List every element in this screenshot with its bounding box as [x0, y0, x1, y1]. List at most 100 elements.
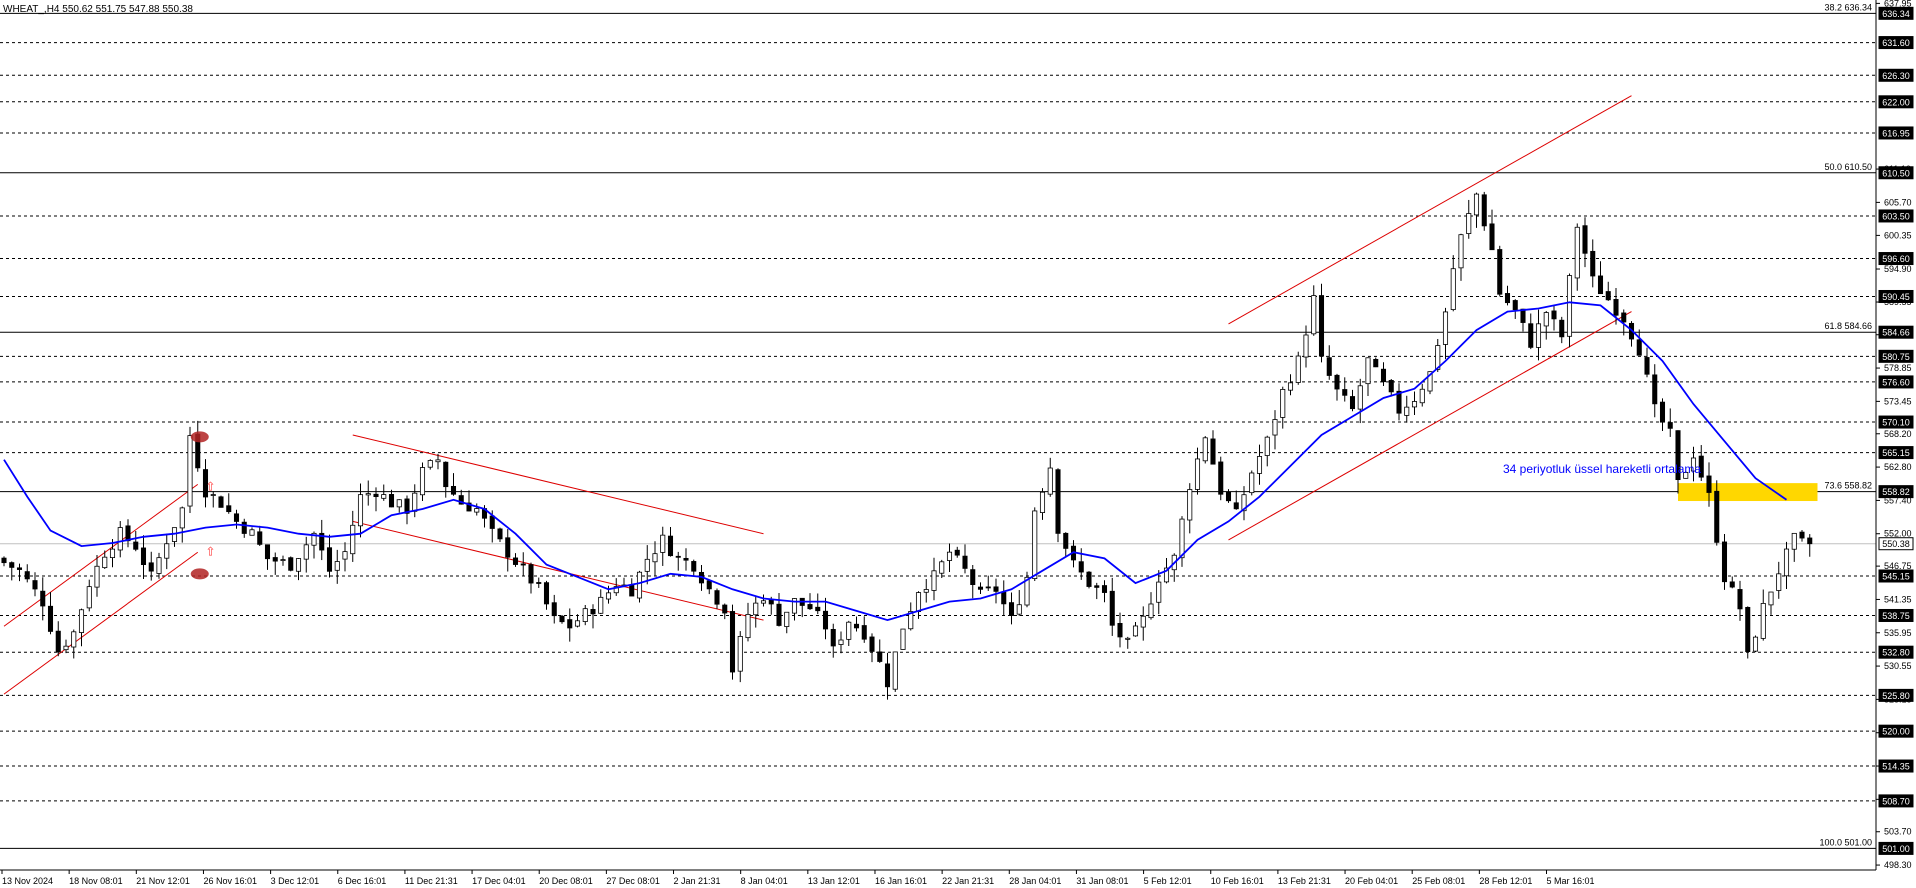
- time-tick-label: 25 Feb 08:01: [1412, 876, 1465, 886]
- candle-body: [1125, 637, 1131, 640]
- time-tick-label: 8 Jan 04:01: [741, 876, 788, 886]
- candle-body: [1652, 374, 1658, 405]
- time-tick-label: 3 Dec 12:01: [271, 876, 320, 886]
- time-tick-label: 16 Jan 16:01: [875, 876, 927, 886]
- candle-body: [1, 557, 7, 564]
- candle-body: [179, 507, 185, 529]
- candle-body: [675, 555, 681, 558]
- price-tag-label: 525.80: [1882, 691, 1910, 701]
- time-tick-label: 13 Nov 2024: [2, 876, 53, 886]
- candle-body: [233, 513, 240, 522]
- candle-body: [32, 580, 38, 590]
- candle-body: [288, 557, 294, 571]
- candle-body: [892, 651, 898, 690]
- candle-body: [1528, 323, 1534, 348]
- price-tag-label: 508.70: [1882, 796, 1910, 806]
- candle-body: [489, 515, 495, 529]
- candle-body: [1233, 502, 1239, 510]
- signal-marker: [190, 568, 209, 580]
- up-arrow-icon: ⇧: [206, 544, 216, 558]
- candle-body: [815, 606, 821, 612]
- candle-body: [1280, 389, 1286, 418]
- time-tick-label: 26 Nov 16:01: [203, 876, 257, 886]
- candle-body: [1659, 401, 1666, 423]
- candle-body: [164, 543, 170, 559]
- candle-body: [78, 609, 85, 633]
- candle-body: [1272, 419, 1278, 436]
- price-tag-label: 501.00: [1882, 844, 1910, 854]
- price-tick-label: 573.45: [1884, 396, 1912, 406]
- candle-body: [1729, 581, 1735, 588]
- candle-body: [342, 551, 348, 560]
- candle-body: [334, 561, 340, 571]
- time-tick-label: 31 Jan 08:01: [1076, 876, 1128, 886]
- price-tag-label: 636.34: [1882, 9, 1910, 19]
- candle-body: [574, 620, 581, 627]
- candle-body: [939, 561, 945, 574]
- candle-body: [1768, 591, 1774, 606]
- candle-body: [1001, 591, 1007, 605]
- candle-body: [388, 494, 395, 508]
- price-tag-label: 622.00: [1882, 97, 1910, 107]
- candle-body: [1597, 275, 1604, 295]
- candle-body: [1551, 310, 1557, 320]
- candle-body: [768, 599, 774, 605]
- candle-body: [512, 557, 519, 565]
- candle-body: [1582, 225, 1588, 254]
- fib-label: 38.2 636.34: [1824, 2, 1872, 12]
- candle-body: [900, 628, 906, 650]
- candle-body: [760, 600, 767, 604]
- candle-body: [264, 544, 271, 560]
- candle-body: [1225, 491, 1232, 502]
- candle-body: [1334, 374, 1340, 390]
- time-tick-label: 20 Feb 04:01: [1345, 876, 1398, 886]
- candle-body: [86, 586, 92, 609]
- price-tag-label: 580.75: [1882, 352, 1910, 362]
- candle-body: [1063, 532, 1069, 549]
- time-tick-label: 27 Dec 08:01: [606, 876, 660, 886]
- candle-body: [156, 557, 162, 574]
- candle-body: [1256, 456, 1263, 474]
- candle-body: [582, 608, 588, 622]
- candle-body: [1365, 357, 1371, 385]
- candle-body: [1179, 518, 1185, 559]
- candle-body: [729, 611, 736, 673]
- price-tick-label: 530.55: [1884, 661, 1912, 671]
- candle-body: [1807, 537, 1813, 545]
- candle-body: [1721, 541, 1728, 583]
- candle-body: [365, 493, 371, 496]
- time-tick-label: 11 Dec 21:31: [405, 876, 458, 886]
- candle-body: [822, 610, 829, 630]
- candle-body: [884, 663, 891, 688]
- price-tick-label: 605.70: [1884, 197, 1912, 207]
- time-tick-label: 20 Dec 08:01: [539, 876, 593, 886]
- candle-body: [396, 499, 402, 508]
- candle-body: [1458, 234, 1464, 269]
- price-tag-label: 538.75: [1882, 611, 1910, 621]
- candle-body: [567, 619, 573, 629]
- candle-body: [1117, 623, 1123, 638]
- candle-body: [71, 631, 77, 648]
- candle-body: [187, 435, 193, 507]
- candle-body: [667, 535, 674, 557]
- candle-body: [605, 592, 612, 600]
- candle-body: [1086, 571, 1092, 587]
- candle-body: [1566, 275, 1573, 337]
- candle-body: [946, 551, 953, 561]
- candle-body: [1264, 436, 1270, 456]
- price-chart[interactable]: 38.2 636.34 50.0 610.50 61.8 584.66 73.6 55…: [0, 0, 1916, 888]
- candle-body: [993, 586, 999, 592]
- candle-body: [784, 611, 790, 627]
- candle-body: [706, 580, 712, 590]
- candle-body: [1078, 561, 1084, 573]
- candle-body: [590, 608, 596, 615]
- candle-body: [877, 651, 883, 662]
- candle-body: [644, 558, 650, 572]
- candle-body: [1210, 438, 1216, 465]
- candle-body: [1466, 213, 1472, 234]
- candle-body: [1326, 357, 1332, 376]
- ema-annotation: 34 periyotluk üssel hareketli ortalama: [1503, 462, 1701, 476]
- candle-body: [1752, 636, 1759, 652]
- candle-body: [226, 505, 232, 513]
- time-tick-label: 28 Jan 04:01: [1009, 876, 1061, 886]
